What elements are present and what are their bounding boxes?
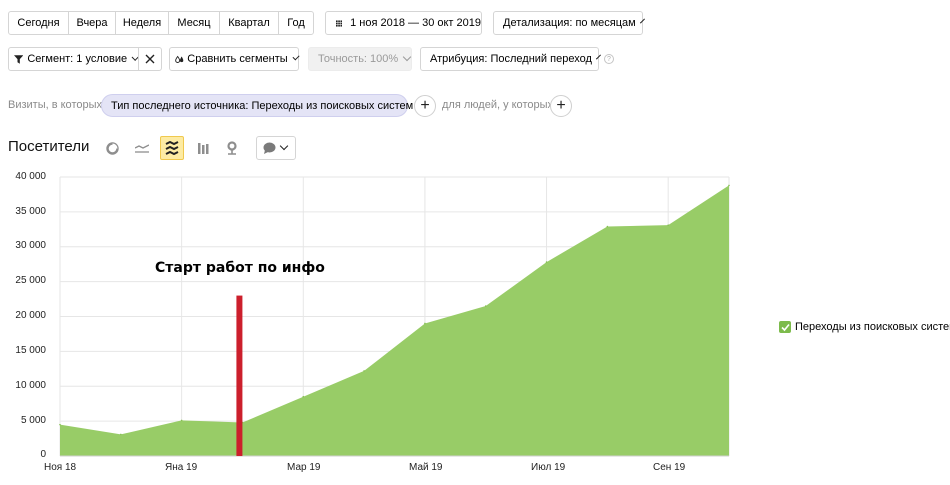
annotation-label: Старт работ по инфо: [155, 260, 325, 276]
line-chart-icon: [135, 144, 149, 153]
chart-legend[interactable]: Переходы из поисковых систем: [779, 321, 950, 333]
period-yesterday-button[interactable]: Вчера: [69, 12, 116, 34]
filter-icon: [14, 54, 24, 64]
data-point: [424, 322, 426, 325]
period-month-button[interactable]: Месяц: [169, 12, 220, 34]
add-condition-button[interactable]: +: [414, 95, 436, 117]
segment-button[interactable]: Сегмент: 1 условие: [8, 47, 140, 71]
x-tick-label: Сен 19: [653, 462, 686, 473]
detail-select[interactable]: Детализация: по месяцам: [493, 11, 645, 35]
period-year-button[interactable]: Год: [279, 12, 313, 34]
stacked-area-icon: [165, 141, 179, 155]
y-tick-label: 5 000: [20, 415, 46, 426]
plus-icon: +: [420, 97, 430, 114]
data-point: [302, 395, 305, 398]
data-point: [180, 419, 183, 422]
annotation-marker-bar: [236, 295, 243, 456]
segment-label: Сегмент: 1 условие: [27, 53, 128, 65]
filter-chip-label: Тип последнего источника: Переходы из по…: [111, 99, 414, 112]
series-area: [60, 185, 729, 456]
filter-people-label: для людей, у которых: [442, 99, 553, 111]
comment-icon: [263, 142, 276, 154]
detail-label: Детализация: по месяцам: [503, 17, 636, 29]
help-icon[interactable]: ?: [604, 54, 614, 64]
plus-icon: +: [556, 97, 566, 114]
chevron-down-icon: [595, 54, 601, 60]
chevron-down-icon: [279, 141, 289, 151]
data-point: [120, 433, 122, 436]
y-tick-label: 10 000: [15, 380, 46, 391]
y-tick-label: 25 000: [15, 275, 46, 286]
add-people-condition-button[interactable]: +: [550, 95, 572, 117]
map-pin-icon: [227, 141, 237, 155]
y-tick-label: 40 000: [15, 171, 46, 182]
period-today-button[interactable]: Сегодня: [9, 12, 69, 34]
line-chart-button[interactable]: [131, 137, 153, 159]
period-quarter-button[interactable]: Квартал: [220, 12, 279, 34]
filter-chip[interactable]: Тип последнего источника: Переходы из по…: [101, 94, 413, 117]
y-tick-label: 30 000: [15, 240, 46, 251]
close-icon: [145, 54, 155, 64]
data-point: [59, 423, 61, 426]
x-tick-label: Мар 19: [287, 462, 321, 473]
data-point: [606, 225, 609, 228]
area-chart-button[interactable]: [160, 136, 184, 160]
segment-clear-button[interactable]: [138, 47, 162, 71]
date-range-button[interactable]: 1 ноя 2018 — 30 окт 2019: [325, 11, 482, 35]
y-tick-label: 0: [40, 449, 46, 460]
x-tick-label: Яна 19: [165, 462, 198, 473]
data-point: [545, 261, 548, 263]
calendar-icon: [336, 19, 343, 27]
compare-label: Сравнить сегменты: [187, 53, 288, 65]
period-button-group: Сегодня Вчера Неделя Месяц Квартал Год: [8, 11, 314, 35]
data-point: [484, 305, 487, 307]
data-point: [363, 370, 365, 372]
y-tick-label: 20 000: [15, 310, 46, 321]
data-point: [667, 224, 669, 226]
bar-chart-icon: [197, 142, 208, 154]
chart-area: [59, 176, 730, 457]
chart-title: Посетители: [8, 138, 90, 155]
legend-checkbox[interactable]: [779, 321, 791, 333]
compare-segments-button[interactable]: Сравнить сегменты: [169, 47, 300, 71]
pie-chart-icon: [105, 141, 119, 155]
data-point: [728, 184, 730, 187]
attribution-label: Атрибуция: Последний переход: [430, 53, 592, 65]
bar-chart-button[interactable]: [192, 137, 214, 159]
pie-chart-button[interactable]: [101, 137, 123, 159]
drops-icon: [175, 55, 184, 63]
chevron-down-icon: [639, 18, 645, 24]
data-point: [241, 421, 244, 424]
date-range-label: 1 ноя 2018 — 30 окт 2019: [350, 17, 481, 29]
period-week-button[interactable]: Неделя: [116, 12, 169, 34]
chevron-down-icon: [402, 52, 412, 62]
annotations-select[interactable]: [256, 136, 296, 160]
filter-prefix: Визиты, в которых: [8, 99, 102, 111]
chevron-down-icon: [292, 53, 300, 61]
legend-series-label: Переходы из поисковых систем: [795, 321, 950, 333]
attribution-select[interactable]: Атрибуция: Последний переход: [420, 47, 601, 71]
accuracy-label: Точность: 100%: [318, 53, 399, 65]
x-tick-label: Май 19: [409, 462, 443, 473]
x-tick-label: Июл 19: [531, 462, 566, 473]
map-button[interactable]: [221, 137, 243, 159]
x-tick-label: Ноя 18: [44, 462, 77, 473]
accuracy-select[interactable]: Точность: 100%: [308, 47, 412, 71]
check-icon: [780, 323, 790, 331]
y-tick-label: 35 000: [15, 206, 46, 217]
y-tick-label: 15 000: [15, 345, 46, 356]
